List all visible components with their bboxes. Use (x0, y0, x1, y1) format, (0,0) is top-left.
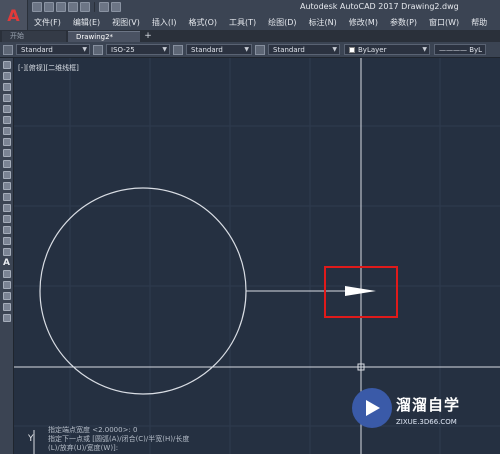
menu-edit[interactable]: 编辑(E) (67, 17, 106, 28)
chevron-down-icon: ▼ (82, 46, 87, 53)
mtext-tool-icon[interactable]: A (3, 259, 11, 268)
dim-style-value: ISO-25 (111, 46, 135, 54)
ellipse-arc-tool-icon[interactable] (2, 171, 11, 179)
copy-tool-icon[interactable] (2, 292, 11, 300)
title-bar: A Autodesk AutoCAD 2017 Drawing2.dwg (0, 0, 500, 30)
menu-help[interactable]: 帮助 (465, 17, 493, 28)
chevron-down-icon: ▼ (244, 46, 249, 53)
chevron-down-icon: ▼ (332, 46, 337, 53)
polygon-tool-icon[interactable] (2, 94, 11, 102)
table-style-icon[interactable] (173, 44, 183, 55)
watermark: 溜溜自学 ZIXUE.3D66.COM (352, 388, 474, 436)
ucs-icon: Y (28, 434, 34, 444)
chevron-down-icon: ▼ (422, 46, 427, 53)
watermark-text: 溜溜自学 (396, 396, 461, 414)
command-line[interactable]: 指定端点宽度 <2.0000>: 0 指定下一点或 [圆弧(A)/闭合(C)/半… (48, 426, 189, 453)
print-icon[interactable] (80, 2, 90, 12)
saveas-icon[interactable] (68, 2, 78, 12)
drawn-circle[interactable] (39, 187, 247, 395)
menu-modify[interactable]: 修改(M) (343, 17, 384, 28)
autocad-logo-icon[interactable]: A (0, 0, 28, 30)
table-tool-icon[interactable] (2, 248, 11, 256)
menu-view[interactable]: 视图(V) (106, 17, 146, 28)
menu-file[interactable]: 文件(F) (28, 17, 67, 28)
text-style-select[interactable]: Standard ▼ (16, 44, 90, 55)
command-history-line: 指定端点宽度 <2.0000>: 0 (48, 426, 138, 434)
window-title: Autodesk AutoCAD 2017 Drawing2.dwg (300, 2, 459, 11)
color-select[interactable]: ByLayer ▼ (344, 44, 430, 55)
draw-toolbar: A (0, 58, 14, 454)
mirror-tool-icon[interactable] (2, 303, 11, 311)
command-prompt-line: (L)/放弃(U)/宽度(W)]: (48, 444, 119, 452)
save-icon[interactable] (56, 2, 66, 12)
play-icon (366, 400, 380, 416)
point-tool-icon[interactable] (2, 204, 11, 212)
menu-window[interactable]: 窗口(W) (423, 17, 465, 28)
command-prompt-line: 指定下一点或 [圆弧(A)/闭合(C)/半宽(H)/长度 (48, 435, 190, 443)
dim-style-select[interactable]: ISO-25 ▼ (106, 44, 170, 55)
quick-access-toolbar (32, 2, 121, 12)
undo-icon[interactable] (99, 2, 109, 12)
linetype-select[interactable]: ———— ByL (434, 44, 486, 55)
polyline-tool-icon[interactable] (2, 83, 11, 91)
line-tool-icon[interactable] (2, 61, 11, 69)
add-tab-button[interactable]: + (142, 31, 154, 42)
menu-draw[interactable]: 绘图(D) (262, 17, 302, 28)
table-style-select[interactable]: Standard ▼ (186, 44, 252, 55)
new-icon[interactable] (32, 2, 42, 12)
menu-parametric[interactable]: 参数(P) (384, 17, 423, 28)
hatch-tool-icon[interactable] (2, 215, 11, 223)
menu-tools[interactable]: 工具(T) (223, 17, 262, 28)
table-style-value: Standard (191, 46, 223, 54)
gradient-tool-icon[interactable] (2, 226, 11, 234)
tab-drawing2[interactable]: Drawing2* (68, 31, 140, 42)
text-style-icon[interactable] (3, 44, 13, 55)
menu-insert[interactable]: 插入(I) (146, 17, 183, 28)
insert-block-icon[interactable] (2, 182, 11, 190)
construction-line-icon[interactable] (2, 72, 11, 80)
ellipse-tool-icon[interactable] (2, 160, 11, 168)
arc-tool-icon[interactable] (2, 116, 11, 124)
qat-separator (94, 2, 95, 12)
tab-home[interactable]: 开始 (2, 31, 66, 42)
chevron-down-icon: ▼ (162, 46, 167, 53)
offset-tool-icon[interactable] (2, 314, 11, 322)
file-tab-bar: 开始 Drawing2* + (0, 30, 500, 42)
dim-style-icon[interactable] (93, 44, 103, 55)
menu-dimension[interactable]: 标注(N) (303, 17, 343, 28)
move-tool-icon[interactable] (2, 281, 11, 289)
multileader-style-select[interactable]: Standard ▼ (268, 44, 340, 55)
text-style-value: Standard (21, 46, 53, 54)
watermark-url: ZIXUE.3D66.COM (396, 418, 457, 426)
redo-icon[interactable] (111, 2, 121, 12)
spline-tool-icon[interactable] (2, 149, 11, 157)
color-value: ByLayer (358, 46, 387, 54)
make-block-icon[interactable] (2, 193, 11, 201)
open-icon[interactable] (44, 2, 54, 12)
menu-bar: 文件(F) 编辑(E) 视图(V) 插入(I) 格式(O) 工具(T) 绘图(D… (28, 14, 500, 30)
linetype-value: ———— ByL (439, 46, 483, 54)
revcloud-tool-icon[interactable] (2, 138, 11, 146)
circle-tool-icon[interactable] (2, 127, 11, 135)
region-tool-icon[interactable] (2, 237, 11, 245)
rectangle-tool-icon[interactable] (2, 105, 11, 113)
styles-toolbar: Standard ▼ ISO-25 ▼ Standard ▼ Standard … (0, 42, 500, 58)
multileader-style-value: Standard (273, 46, 305, 54)
viewport-controls[interactable]: [-][俯视][二维线框] (18, 63, 79, 73)
multileader-style-icon[interactable] (255, 44, 265, 55)
add-selected-icon[interactable] (2, 270, 11, 278)
menu-format[interactable]: 格式(O) (182, 17, 223, 28)
color-swatch (349, 47, 355, 53)
